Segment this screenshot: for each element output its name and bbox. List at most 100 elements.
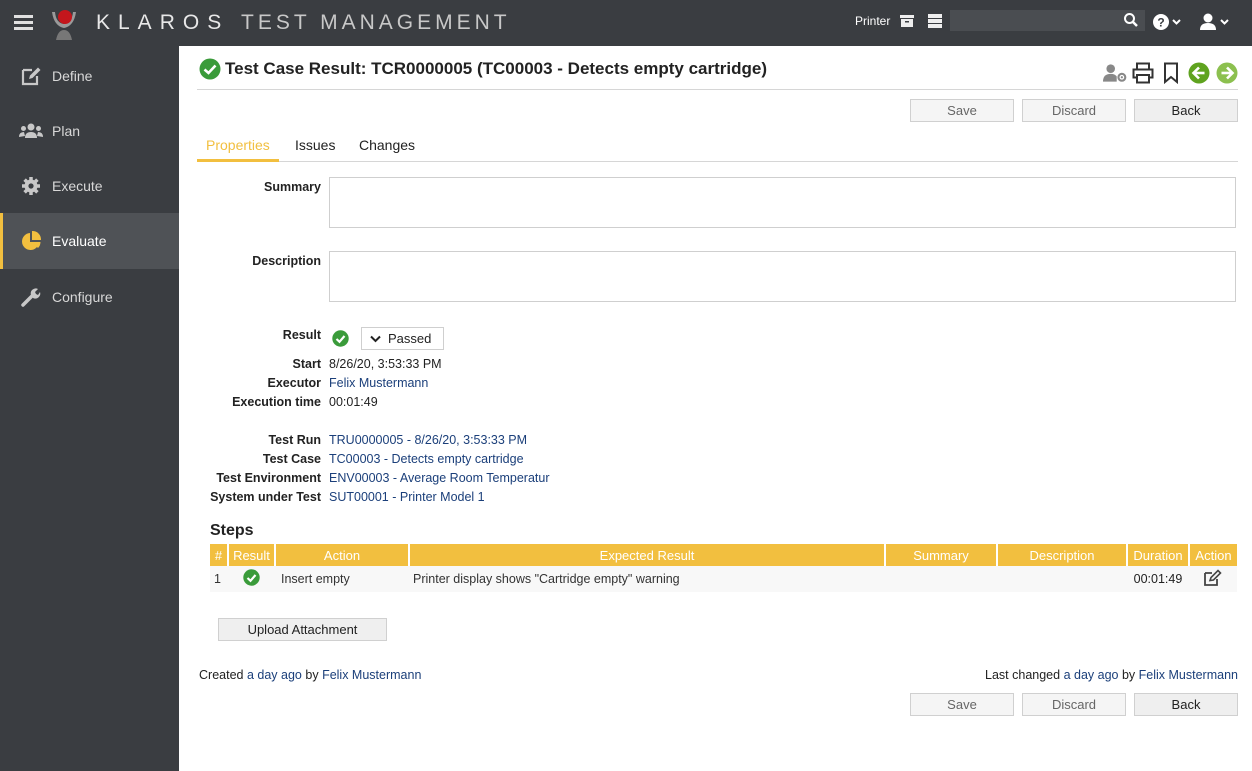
page-header: Test Case Result: TCR0000005 (TC00003 - … <box>199 58 767 80</box>
last-changed-info: Last changed a day ago by Felix Musterma… <box>985 668 1238 682</box>
step-summary <box>885 566 997 592</box>
page-title: Test Case Result: TCR0000005 (TC00003 - … <box>225 59 768 78</box>
column-header-number[interactable]: # <box>210 544 229 566</box>
sidebar-item-label: Define <box>52 68 93 84</box>
menu-icon[interactable] <box>14 15 33 30</box>
search-input[interactable] <box>950 10 1145 31</box>
sidebar-item-label: Plan <box>52 123 81 139</box>
table-row: 1 Insert empty Printer display shows "Ca… <box>210 566 1237 592</box>
sidebar-item-configure[interactable]: Configure <box>0 269 179 325</box>
tab-issues[interactable]: Issues <box>286 137 344 159</box>
test-case-link[interactable]: TC00003 - Detects empty cartridge <box>329 452 524 466</box>
tab-properties[interactable]: Properties <box>197 137 279 162</box>
klaros-logo <box>52 10 76 40</box>
executor-link[interactable]: Felix Mustermann <box>329 376 428 390</box>
user-settings-icon[interactable] <box>1103 61 1127 85</box>
sidebar-item-label: Configure <box>52 289 113 305</box>
edit-icon[interactable] <box>1203 568 1223 587</box>
step-expected-result: Printer display shows "Cartridge empty" … <box>409 566 885 592</box>
summary-label: Summary <box>264 180 321 194</box>
changed-prefix: Last changed <box>985 668 1061 682</box>
result-label: Result <box>282 328 321 342</box>
description-label: Description <box>252 254 321 268</box>
executor-label: Executor <box>267 376 322 390</box>
svg-text:?: ? <box>1157 16 1164 30</box>
next-arrow-icon[interactable] <box>1215 61 1239 85</box>
step-number: 1 <box>210 566 228 592</box>
test-case-label: Test Case <box>262 452 321 466</box>
execution-time-value: 00:01:49 <box>329 395 378 409</box>
discard-button-bottom[interactable]: Discard <box>1022 693 1126 716</box>
start-label: Start <box>292 357 321 371</box>
result-select[interactable]: Passed <box>361 327 444 350</box>
result-select-value: Passed <box>388 331 432 346</box>
user-menu-icon[interactable] <box>1198 12 1232 32</box>
previous-arrow-icon[interactable] <box>1187 61 1211 85</box>
project-name[interactable]: Printer <box>855 14 890 28</box>
start-value: 8/26/20, 3:53:33 PM <box>329 357 442 371</box>
brand-subtitle: TEST MANAGEMENT <box>241 11 511 34</box>
edit-icon <box>19 65 43 87</box>
summary-field[interactable] <box>329 177 1236 228</box>
step-action: Insert empty <box>275 566 409 592</box>
sut-label: System under Test <box>210 490 321 504</box>
users-icon <box>19 120 43 142</box>
steps-heading: Steps <box>210 522 254 539</box>
column-header-summary[interactable]: Summary <box>885 544 998 566</box>
passed-status-icon <box>332 330 349 347</box>
created-prefix: Created <box>199 668 244 682</box>
sidebar-item-define[interactable]: Define <box>0 48 179 104</box>
column-header-description[interactable]: Description <box>997 544 1128 566</box>
test-environment-label: Test Environment <box>216 471 321 485</box>
bookmark-icon[interactable] <box>1159 61 1183 85</box>
test-run-link[interactable]: TRU0000005 - 8/26/20, 3:53:33 PM <box>329 433 527 447</box>
step-description <box>997 566 1127 592</box>
sut-link[interactable]: SUT00001 - Printer Model 1 <box>329 490 485 504</box>
steps-table: # Result Action Expected Result Summary … <box>210 544 1237 592</box>
discard-button[interactable]: Discard <box>1022 99 1126 122</box>
sidebar-item-execute[interactable]: Execute <box>0 158 179 214</box>
step-edit-cell <box>1189 566 1237 592</box>
search-icon[interactable] <box>1123 12 1139 28</box>
description-field[interactable] <box>329 251 1236 302</box>
column-header-duration[interactable]: Duration <box>1127 544 1190 566</box>
back-button-bottom[interactable]: Back <box>1134 693 1238 716</box>
step-duration: 00:01:49 <box>1127 566 1189 592</box>
sidebar-item-label: Evaluate <box>52 233 107 249</box>
changed-time-link[interactable]: a day ago <box>1064 668 1119 682</box>
gear-icon <box>19 175 43 197</box>
server-icon[interactable] <box>926 12 944 30</box>
created-by-link[interactable]: Felix Mustermann <box>322 668 421 682</box>
column-header-row-action[interactable]: Action <box>1189 544 1237 566</box>
archive-icon[interactable] <box>898 12 916 30</box>
sidebar: Define Plan Execute Evaluate Configure <box>0 46 179 771</box>
help-menu-icon[interactable]: ? <box>1152 12 1184 32</box>
created-info: Created a day ago by Felix Mustermann <box>199 668 421 682</box>
print-icon[interactable] <box>1131 61 1155 85</box>
created-time-link[interactable]: a day ago <box>247 668 302 682</box>
header-actions <box>1103 61 1239 85</box>
save-button[interactable]: Save <box>910 99 1014 122</box>
pie-chart-icon <box>19 230 43 252</box>
brand-name: KLAROS <box>96 11 230 34</box>
column-header-expected-result[interactable]: Expected Result <box>409 544 886 566</box>
passed-status-icon <box>243 569 260 586</box>
changed-by-link[interactable]: Felix Mustermann <box>1139 668 1238 682</box>
tab-changes[interactable]: Changes <box>350 137 424 159</box>
by-text: by <box>305 668 319 682</box>
test-environment-link[interactable]: ENV00003 - Average Room Temperatur <box>329 471 550 485</box>
upload-attachment-button[interactable]: Upload Attachment <box>218 618 387 641</box>
execution-time-label: Execution time <box>232 395 321 409</box>
chevron-down-icon <box>370 335 381 342</box>
main-content: Test Case Result: TCR0000005 (TC00003 - … <box>179 46 1252 771</box>
save-button-bottom[interactable]: Save <box>910 693 1014 716</box>
sidebar-item-evaluate[interactable]: Evaluate <box>0 213 179 269</box>
top-bar: KLAROS TEST MANAGEMENT Printer ? <box>0 0 1252 46</box>
sidebar-item-label: Execute <box>52 178 103 194</box>
column-header-result[interactable]: Result <box>228 544 276 566</box>
step-result <box>228 566 275 592</box>
back-button[interactable]: Back <box>1134 99 1238 122</box>
column-header-action[interactable]: Action <box>275 544 410 566</box>
by-text: by <box>1121 668 1136 682</box>
sidebar-item-plan[interactable]: Plan <box>0 103 179 159</box>
